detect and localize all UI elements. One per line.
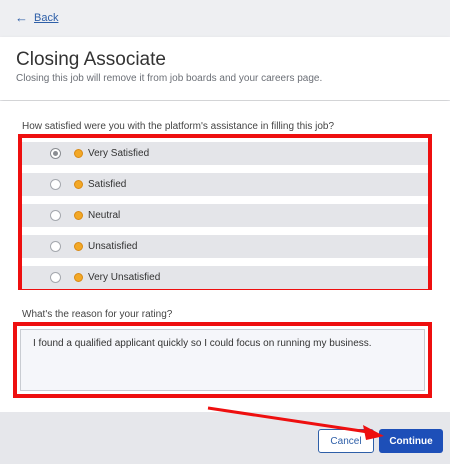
radio-neutral[interactable] — [50, 210, 61, 221]
option-label: Very Unsatisfied — [88, 272, 161, 283]
cancel-button[interactable]: Cancel — [318, 429, 374, 453]
neutral-emoji-icon — [74, 211, 83, 220]
radio-very-unsatisfied[interactable] — [50, 272, 61, 283]
radio-very-satisfied[interactable] — [50, 148, 61, 159]
option-label: Neutral — [88, 210, 121, 221]
option-very-satisfied[interactable]: Very Satisfied — [22, 142, 428, 165]
reason-highlight: I found a qualified applicant quickly so… — [13, 322, 432, 398]
option-very-unsatisfied[interactable]: Very Unsatisfied — [22, 266, 428, 289]
option-neutral[interactable]: Neutral — [22, 204, 428, 227]
option-unsatisfied[interactable]: Unsatisfied — [22, 235, 428, 258]
satisfied-emoji-icon — [74, 180, 83, 189]
back-label[interactable]: Back — [34, 12, 58, 24]
option-satisfied[interactable]: Satisfied — [22, 173, 428, 196]
option-label: Very Satisfied — [88, 148, 150, 159]
option-label: Satisfied — [88, 179, 127, 190]
option-label: Unsatisfied — [88, 241, 138, 252]
radio-unsatisfied[interactable] — [50, 241, 61, 252]
page-header: Closing Associate Closing this job will … — [0, 37, 450, 100]
very-unsatisfied-emoji-icon — [74, 273, 83, 282]
unsatisfied-emoji-icon — [74, 242, 83, 251]
reason-textarea[interactable]: I found a qualified applicant quickly so… — [20, 329, 425, 391]
page-subtitle: Closing this job will remove it from job… — [16, 73, 323, 84]
continue-button[interactable]: Continue — [379, 429, 443, 453]
satisfaction-question: How satisfied were you with the platform… — [22, 121, 335, 132]
satisfaction-options-highlight: Very Satisfied Satisfied Neutral Unsatis… — [18, 134, 432, 290]
arrow-left-icon: ← — [15, 10, 28, 25]
reason-question: What's the reason for your rating? — [22, 309, 173, 320]
radio-satisfied[interactable] — [50, 179, 61, 190]
very-satisfied-emoji-icon — [74, 149, 83, 158]
page-title: Closing Associate — [16, 49, 166, 70]
back-link[interactable]: ← Back — [15, 11, 58, 24]
